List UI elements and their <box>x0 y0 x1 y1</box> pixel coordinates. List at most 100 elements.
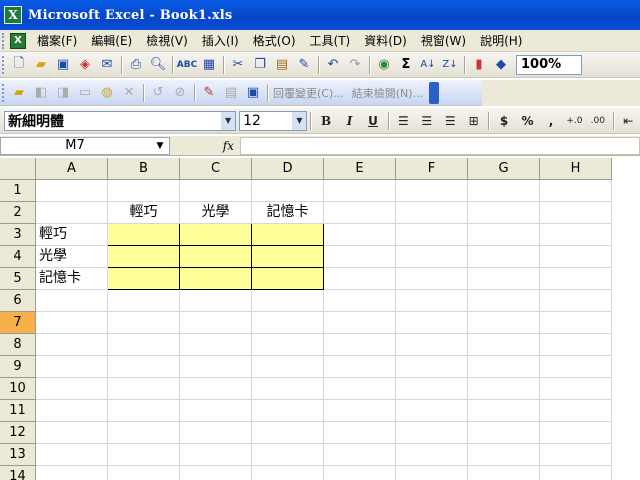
row-header-2[interactable]: 2 <box>0 202 36 224</box>
cell-E4[interactable] <box>324 246 396 268</box>
row-header-4[interactable]: 4 <box>0 246 36 268</box>
cell-A9[interactable] <box>36 356 108 378</box>
cell-G10[interactable] <box>468 378 540 400</box>
cell-H12[interactable] <box>540 422 612 444</box>
column-header-C[interactable]: C <box>180 158 252 180</box>
paste-icon[interactable]: ▤ <box>272 55 292 75</box>
row-header-12[interactable]: 12 <box>0 422 36 444</box>
row-header-8[interactable]: 8 <box>0 334 36 356</box>
cell-G7[interactable] <box>468 312 540 334</box>
font-select[interactable]: 新細明體 ▼ <box>4 110 237 131</box>
cell-C11[interactable] <box>180 400 252 422</box>
merge-center-icon[interactable]: ⊞ <box>463 111 484 131</box>
cell-B10[interactable] <box>108 378 180 400</box>
row-header-7[interactable]: 7 <box>0 312 36 334</box>
cell-D6[interactable] <box>252 290 324 312</box>
cell-E5[interactable] <box>324 268 396 290</box>
toolbar-grip[interactable] <box>2 55 8 74</box>
menu-tools[interactable]: 工具(T) <box>303 31 358 51</box>
permission-icon[interactable]: ◈ <box>75 55 95 75</box>
align-left-icon[interactable]: ☰ <box>393 111 414 131</box>
worksheet-grid[interactable]: A B C D E F G H 1 2 輕巧 光學 記憶卡 3 輕巧 4 光學 5 記憶卡 6 7 8 9 10 11 12 13 1… <box>0 158 640 480</box>
cell-B9[interactable] <box>108 356 180 378</box>
insert-function-button[interactable]: fx <box>170 139 240 153</box>
cell-A10[interactable] <box>36 378 108 400</box>
cell-H13[interactable] <box>540 444 612 466</box>
cell-D4[interactable] <box>252 246 324 268</box>
cell-H11[interactable] <box>540 400 612 422</box>
cell-H1[interactable] <box>540 180 612 202</box>
undo-icon[interactable]: ↶ <box>323 55 343 75</box>
cell-A5[interactable]: 記憶卡 <box>36 268 108 290</box>
cell-A11[interactable] <box>36 400 108 422</box>
cell-E1[interactable] <box>324 180 396 202</box>
cell-C3[interactable] <box>180 224 252 246</box>
cell-H9[interactable] <box>540 356 612 378</box>
cell-F6[interactable] <box>396 290 468 312</box>
column-header-D[interactable]: D <box>252 158 324 180</box>
cell-E12[interactable] <box>324 422 396 444</box>
ink-icon[interactable]: ↺ <box>148 83 168 103</box>
cell-C10[interactable] <box>180 378 252 400</box>
sort-asc-icon[interactable]: A↓ <box>418 55 438 75</box>
name-box[interactable]: M7 ▼ <box>0 136 170 155</box>
cell-A3[interactable]: 輕巧 <box>36 224 108 246</box>
cell-E14[interactable] <box>324 466 396 480</box>
cell-G6[interactable] <box>468 290 540 312</box>
send-icon[interactable]: ▣ <box>243 83 263 103</box>
column-header-H[interactable]: H <box>540 158 612 180</box>
cell-A7[interactable] <box>36 312 108 334</box>
new-icon[interactable]: 🗋 <box>9 55 29 75</box>
cell-H5[interactable] <box>540 268 612 290</box>
cell-H8[interactable] <box>540 334 612 356</box>
menu-insert[interactable]: 插入(I) <box>195 31 246 51</box>
copy-icon[interactable]: ❐ <box>250 55 270 75</box>
cell-G8[interactable] <box>468 334 540 356</box>
cell-C5[interactable] <box>180 268 252 290</box>
cell-G1[interactable] <box>468 180 540 202</box>
workbook-icon[interactable]: X <box>10 32 26 49</box>
cell-D14[interactable] <box>252 466 324 480</box>
toolbar-options-icon[interactable] <box>429 81 440 104</box>
drawing-icon[interactable]: ◆ <box>491 55 511 75</box>
cell-F4[interactable] <box>396 246 468 268</box>
cell-H7[interactable] <box>540 312 612 334</box>
reply-with-changes-button[interactable]: 回覆變更(C)... <box>273 85 344 101</box>
cell-B14[interactable] <box>108 466 180 480</box>
cell-E6[interactable] <box>324 290 396 312</box>
delete-ink-icon[interactable]: ⊘ <box>170 83 190 103</box>
menu-file[interactable]: 檔案(F) <box>30 31 84 51</box>
print-icon[interactable]: ⎙ <box>126 55 146 75</box>
cell-D7[interactable] <box>252 312 324 334</box>
cell-E9[interactable] <box>324 356 396 378</box>
row-header-13[interactable]: 13 <box>0 444 36 466</box>
cell-G2[interactable] <box>468 202 540 224</box>
cell-E2[interactable] <box>324 202 396 224</box>
cell-C14[interactable] <box>180 466 252 480</box>
open-icon[interactable]: ▰ <box>31 55 51 75</box>
cell-D2[interactable]: 記憶卡 <box>252 202 324 224</box>
show-all-comments-icon[interactable]: ◍ <box>97 83 117 103</box>
cell-H10[interactable] <box>540 378 612 400</box>
autosum-icon[interactable]: Σ <box>396 55 416 75</box>
cell-E10[interactable] <box>324 378 396 400</box>
column-header-F[interactable]: F <box>396 158 468 180</box>
cell-G3[interactable] <box>468 224 540 246</box>
cell-D5[interactable] <box>252 268 324 290</box>
cell-F5[interactable] <box>396 268 468 290</box>
cell-B4[interactable] <box>108 246 180 268</box>
track-changes-icon[interactable]: ✎ <box>199 83 219 103</box>
column-header-B[interactable]: B <box>108 158 180 180</box>
row-header-1[interactable]: 1 <box>0 180 36 202</box>
cell-G14[interactable] <box>468 466 540 480</box>
cell-B12[interactable] <box>108 422 180 444</box>
cell-B11[interactable] <box>108 400 180 422</box>
cut-icon[interactable]: ✂ <box>228 55 248 75</box>
cell-D13[interactable] <box>252 444 324 466</box>
cell-B13[interactable] <box>108 444 180 466</box>
cell-C6[interactable] <box>180 290 252 312</box>
cell-H3[interactable] <box>540 224 612 246</box>
sort-desc-icon[interactable]: Z↓ <box>440 55 460 75</box>
cell-A12[interactable] <box>36 422 108 444</box>
cell-C13[interactable] <box>180 444 252 466</box>
